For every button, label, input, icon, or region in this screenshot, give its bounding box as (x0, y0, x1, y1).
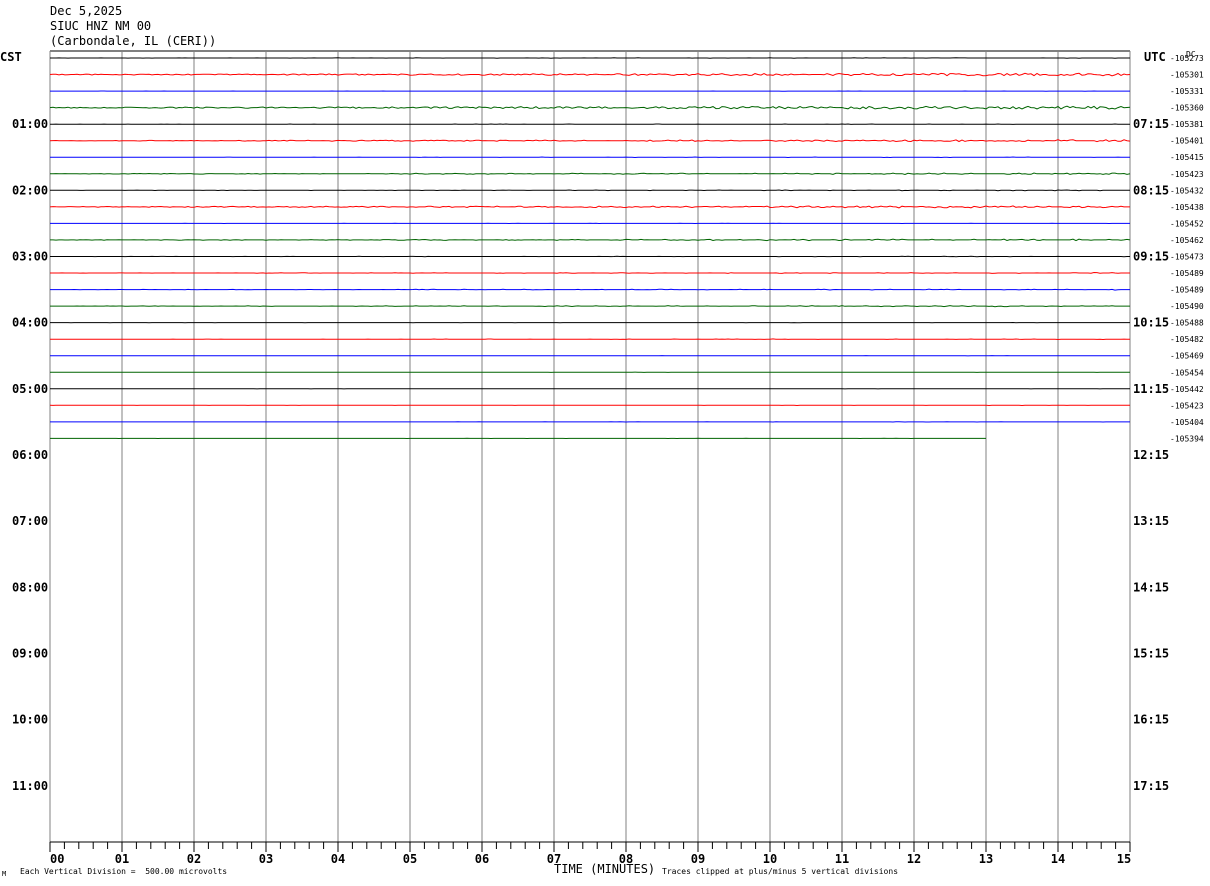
seismic-trace (50, 57, 1130, 59)
x-tick-label: 11 (835, 852, 849, 866)
left-hour-label: 02:00 (12, 183, 48, 197)
dc-offset-label: -105301 (1170, 71, 1204, 80)
left-hour-label: 03:00 (12, 249, 48, 263)
left-hour-label: 06:00 (12, 448, 48, 462)
left-hour-label: 10:00 (12, 713, 48, 727)
x-tick-label: 04 (331, 852, 345, 866)
right-hour-label: 16:15 (1133, 713, 1169, 727)
seismic-trace (50, 305, 1130, 308)
seismic-trace (50, 172, 1131, 176)
dc-offset-label: -105423 (1170, 401, 1204, 410)
dc-offset-label: -105490 (1170, 302, 1204, 311)
seismic-trace (49, 205, 1130, 209)
dc-offset-label: -105438 (1170, 203, 1204, 212)
dc-offset-label: -105469 (1170, 352, 1204, 361)
dc-offset-label: -105442 (1170, 385, 1204, 394)
left-hour-label: 11:00 (12, 779, 48, 793)
x-tick-label: 06 (475, 852, 489, 866)
dc-label: DC (1186, 50, 1196, 59)
left-hour-label: 05:00 (12, 382, 48, 396)
right-hour-label: 07:15 (1133, 117, 1169, 131)
clipping-note: Traces clipped at plus/minus 5 vertical … (662, 867, 899, 876)
x-tick-label: 12 (907, 852, 921, 866)
x-tick-label: 15 (1117, 852, 1131, 866)
x-tick-label: 09 (691, 852, 705, 866)
dc-offset-label: -105489 (1170, 269, 1204, 278)
right-hour-label: 08:15 (1133, 183, 1169, 197)
left-hour-label: 07:00 (12, 514, 48, 528)
seismic-trace (49, 139, 1131, 143)
right-hour-label: 12:15 (1133, 448, 1169, 462)
right-hour-label: 10:15 (1133, 316, 1169, 330)
dc-offset-label: -105462 (1170, 236, 1204, 245)
left-hour-label: 01:00 (12, 117, 48, 131)
dc-offset-label: -105394 (1170, 434, 1204, 443)
right-hour-label: 09:15 (1133, 249, 1169, 263)
right-hour-label: 15:15 (1133, 646, 1169, 660)
dc-offset-label: -105331 (1170, 87, 1204, 96)
dc-offset-label: -105488 (1170, 319, 1204, 328)
dc-offset-label: -105360 (1170, 104, 1204, 113)
right-hour-label: 11:15 (1133, 382, 1169, 396)
dc-offset-label: -105404 (1170, 418, 1204, 427)
dc-offset-label: -105473 (1170, 252, 1204, 261)
left-hour-label: 09:00 (12, 646, 48, 660)
dc-offset-label: -105381 (1170, 120, 1204, 129)
x-axis-label: TIME (MINUTES) (554, 862, 656, 876)
dc-offset-label: -105452 (1170, 219, 1204, 228)
seismic-trace (50, 156, 1130, 159)
x-tick-label: 10 (763, 852, 777, 866)
seismic-trace (50, 338, 1130, 341)
dc-offset-label: -105489 (1170, 286, 1204, 295)
seismic-trace (49, 105, 1131, 110)
x-tick-label: 14 (1051, 852, 1065, 866)
dc-offset-label: -105454 (1170, 368, 1204, 377)
corner-mark: M (2, 870, 7, 878)
seismic-trace (50, 288, 1130, 291)
x-tick-label: 02 (187, 852, 201, 866)
x-tick-label: 05 (403, 852, 417, 866)
seismic-trace (50, 271, 1130, 274)
seismic-trace (49, 72, 1131, 77)
dc-offset-label: -105415 (1170, 153, 1204, 162)
left-timezone-label: CST (0, 50, 22, 64)
right-hour-label: 14:15 (1133, 580, 1169, 594)
left-hour-label: 08:00 (12, 580, 48, 594)
seismic-trace (50, 238, 1131, 242)
x-tick-label: 00 (50, 852, 64, 866)
dc-offset-label: -105432 (1170, 186, 1204, 195)
seismic-trace (50, 255, 1130, 258)
left-hour-label: 04:00 (12, 316, 48, 330)
seismic-trace (50, 189, 1130, 192)
right-hour-label: 17:15 (1133, 779, 1169, 793)
dc-offset-label: -105482 (1170, 335, 1204, 344)
right-hour-label: 13:15 (1133, 514, 1169, 528)
x-tick-label: 13 (979, 852, 993, 866)
right-timezone-label: UTC (1144, 50, 1166, 64)
dc-offset-label: -105401 (1170, 137, 1204, 146)
x-tick-label: 01 (115, 852, 129, 866)
dc-offset-label: -105423 (1170, 170, 1204, 179)
vertical-division-note: Each Vertical Division = 500.00 microvol… (20, 867, 228, 876)
helicorder-plot: -105273-105301-105331-105360-105381-1054… (0, 50, 1204, 866)
x-tick-label: 03 (259, 852, 273, 866)
